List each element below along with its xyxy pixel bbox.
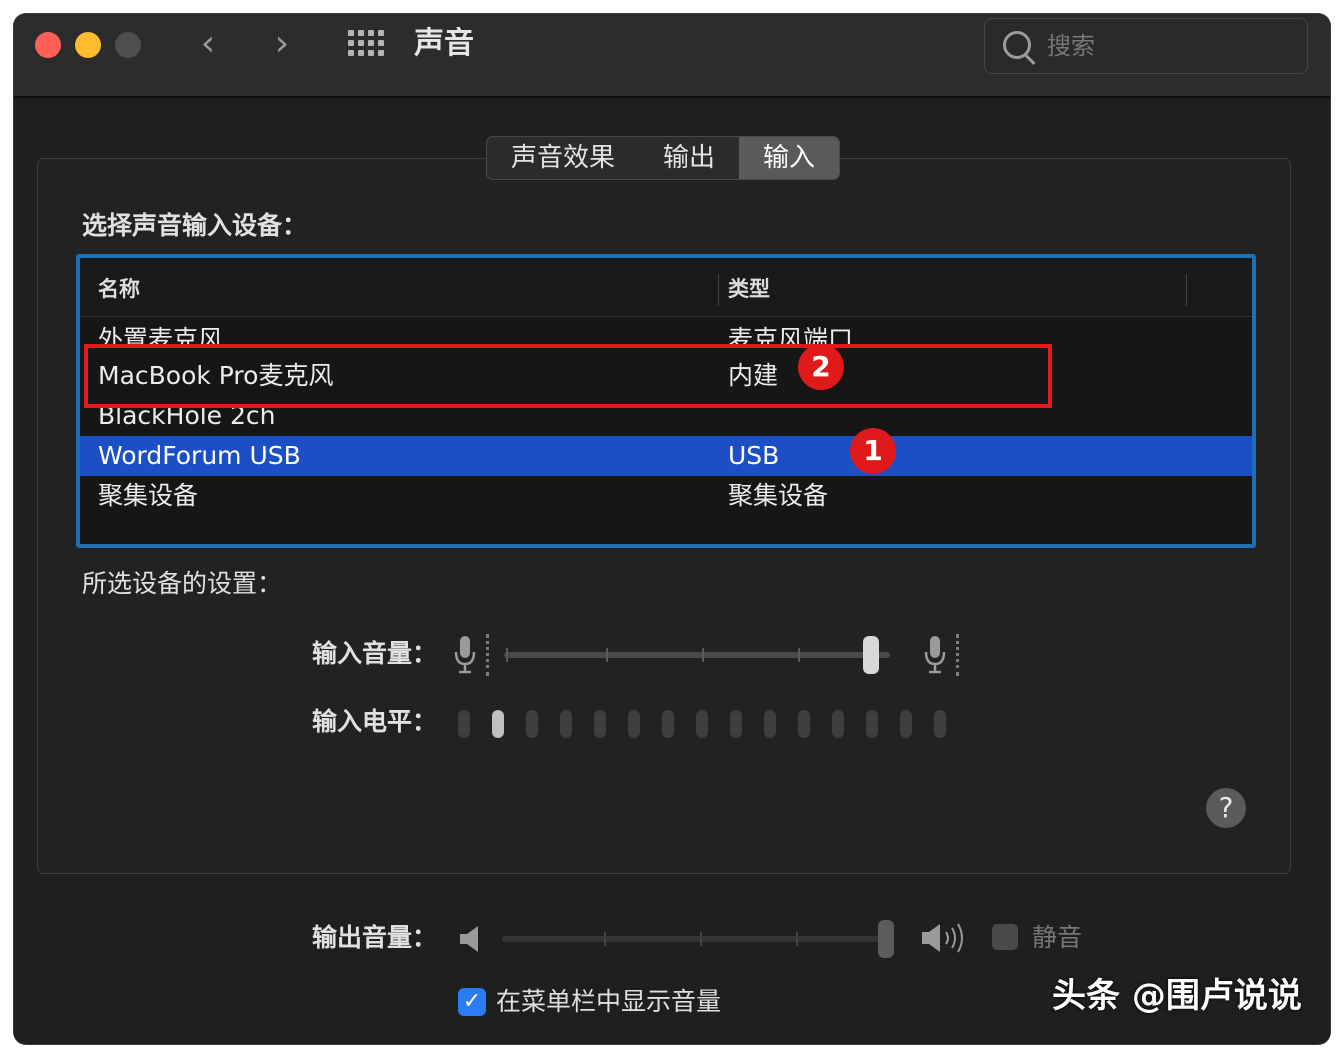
column-divider <box>1186 274 1187 306</box>
show-volume-in-menubar-checkbox[interactable]: ✓ <box>458 988 486 1016</box>
annotation-badge-1: 1 <box>850 428 896 474</box>
annotation-badge-2: 2 <box>798 344 844 390</box>
slider-tick <box>606 648 608 662</box>
forward-chevron-icon[interactable]: › <box>264 26 300 64</box>
slider-tick <box>604 932 606 946</box>
level-indicator-segment <box>492 710 504 738</box>
device-name: 聚集设备 <box>98 481 199 510</box>
input-device-section-title: 选择声音输入设备： <box>82 211 308 240</box>
minimize-button[interactable] <box>75 32 101 58</box>
tab-output[interactable]: 输出 <box>639 137 739 179</box>
table-header: 名称 类型 <box>80 258 1252 317</box>
device-type: USB <box>728 441 780 470</box>
slider-tick <box>798 648 800 662</box>
tab-bar: 声音效果 输出 输入 <box>486 136 841 180</box>
close-button[interactable] <box>35 32 61 58</box>
slider-tick <box>700 932 702 946</box>
mic-dots-icon <box>486 634 492 676</box>
mute-label: 静音 <box>1032 923 1083 952</box>
level-indicator-segment <box>594 710 606 738</box>
mute-checkbox[interactable] <box>992 924 1018 950</box>
level-indicator-segment <box>730 710 742 738</box>
level-indicator-segment <box>798 710 810 738</box>
search-field[interactable]: 搜索 <box>984 18 1308 74</box>
level-indicator-segment <box>696 710 708 738</box>
sound-preferences-window: ‹ › 声音 搜索 声音效果 输出 输入 选择声音输入设备： 名称 类型 外置麦… <box>14 14 1330 1044</box>
slider-tick <box>796 932 798 946</box>
output-volume-label: 输出音量： <box>312 923 438 952</box>
annotation-highlight-box <box>84 344 1052 408</box>
microphone-high-icon <box>924 636 946 674</box>
microphone-low-icon <box>454 636 476 674</box>
input-volume-label: 输入音量： <box>312 639 438 668</box>
speaker-low-icon <box>460 926 478 952</box>
level-indicator-segment <box>628 710 640 738</box>
level-indicator-segment <box>900 710 912 738</box>
level-indicator-segment <box>764 710 776 738</box>
tab-sound-effects[interactable]: 声音效果 <box>487 137 639 179</box>
slider-track <box>502 936 890 942</box>
level-indicator-segment <box>832 710 844 738</box>
window-title: 声音 <box>414 26 474 61</box>
zoom-button[interactable] <box>115 32 141 58</box>
column-header-name[interactable]: 名称 <box>98 274 140 304</box>
level-indicator-segment <box>934 710 946 738</box>
input-level-label: 输入电平： <box>312 707 438 736</box>
level-indicator-segment <box>662 710 674 738</box>
output-volume-knob[interactable] <box>878 920 895 958</box>
speaker-high-icon <box>922 923 963 953</box>
device-name: WordForum USB <box>98 441 301 470</box>
help-button[interactable]: ? <box>1206 788 1246 828</box>
device-settings-title: 所选设备的设置： <box>82 569 283 598</box>
title-bar: ‹ › 声音 搜索 <box>14 14 1330 98</box>
show-all-grid-icon[interactable] <box>348 30 386 58</box>
search-icon <box>1003 31 1031 59</box>
mic-dots-icon <box>956 634 962 676</box>
table-row[interactable]: 聚集设备 聚集设备 <box>80 476 1252 516</box>
show-volume-in-menubar-label: 在菜单栏中显示音量 <box>496 987 722 1016</box>
slider-tick <box>702 648 704 662</box>
table-row-selected[interactable]: WordForum USB USB <box>80 436 1252 476</box>
device-type: 聚集设备 <box>728 481 829 510</box>
column-header-type[interactable]: 类型 <box>728 274 770 304</box>
input-volume-knob[interactable] <box>862 636 879 674</box>
back-chevron-icon[interactable]: ‹ <box>190 26 226 64</box>
level-indicator-segment <box>866 710 878 738</box>
level-indicator-segment <box>560 710 572 738</box>
level-indicator-segment <box>526 710 538 738</box>
watermark-text: 头条 @围卢说说 <box>1052 976 1302 1016</box>
slider-tick <box>506 648 508 662</box>
slider-track <box>504 652 890 658</box>
search-placeholder: 搜索 <box>1047 32 1095 60</box>
level-indicator-segment <box>458 710 470 738</box>
column-divider <box>718 274 719 306</box>
tab-input[interactable]: 输入 <box>739 137 840 179</box>
